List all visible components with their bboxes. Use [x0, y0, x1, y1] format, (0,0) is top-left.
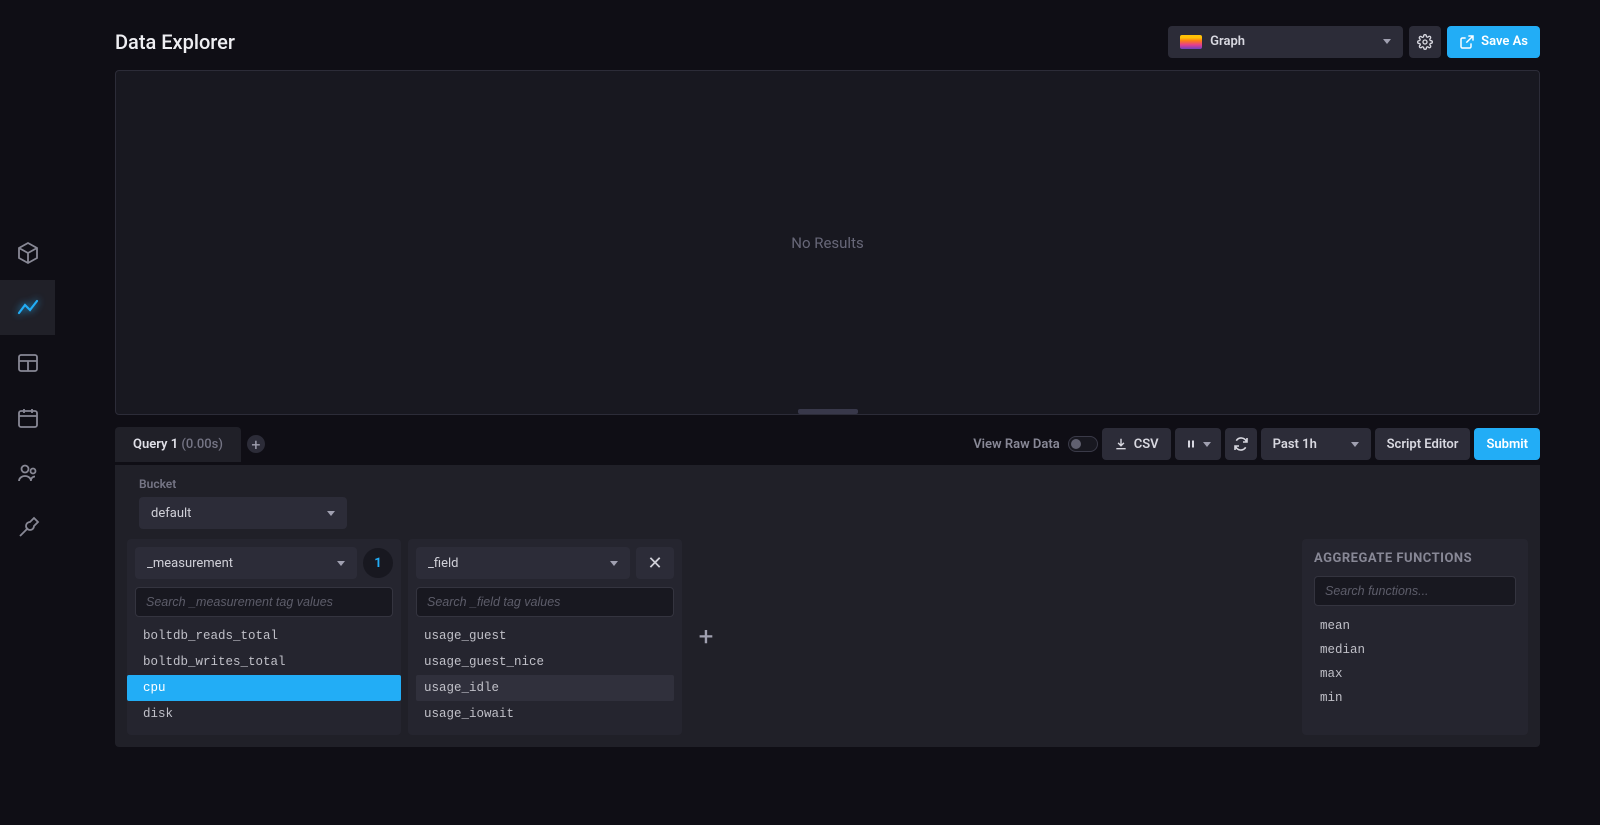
tag-value-search-input[interactable] [135, 587, 393, 617]
view-raw-data-label: View Raw Data [973, 437, 1060, 452]
script-editor-button[interactable]: Script Editor [1375, 428, 1471, 460]
chevron-down-icon [610, 561, 618, 566]
time-range-label: Past 1h [1273, 437, 1317, 452]
nav-explorer[interactable] [0, 280, 55, 335]
visualization-type-label: Graph [1210, 34, 1245, 49]
nav-org[interactable] [0, 445, 55, 500]
query-tab-label: Query 1 [133, 437, 178, 452]
chevron-down-icon [327, 511, 335, 516]
sidebar [0, 0, 55, 825]
refresh-dropdown[interactable] [1175, 428, 1221, 460]
tag-value-item[interactable]: usage_guest_nice [416, 649, 674, 675]
tag-value-item[interactable]: boltdb_writes_total [135, 649, 393, 675]
tag-value-search-input[interactable] [416, 587, 674, 617]
aggregate-item[interactable]: median [1314, 638, 1516, 662]
aggregate-item[interactable]: min [1314, 686, 1516, 710]
chevron-down-icon [1351, 442, 1359, 447]
refresh-button[interactable] [1225, 428, 1257, 460]
view-raw-data-toggle[interactable]: View Raw Data [973, 436, 1098, 452]
bucket-dropdown[interactable]: default [139, 497, 347, 529]
aggregate-item[interactable]: max [1314, 662, 1516, 686]
selected-count-badge: 1 [363, 548, 393, 578]
aggregate-title: AGGREGATE FUNCTIONS [1314, 551, 1516, 566]
visualization-settings-button[interactable] [1409, 26, 1441, 58]
csv-export-button[interactable]: CSV [1102, 428, 1171, 460]
aggregate-functions-panel: AGGREGATE FUNCTIONS mean median max min [1302, 539, 1528, 735]
tag-selector-field: _field ✕ usage_guest usage_guest_nice us… [408, 539, 682, 735]
nav-settings-wrench[interactable] [0, 500, 55, 555]
nav-dashboards[interactable] [0, 335, 55, 390]
tag-key-label: _measurement [147, 556, 233, 571]
tag-key-label: _field [428, 556, 458, 571]
bucket-value: default [151, 506, 191, 521]
bucket-label: Bucket [139, 477, 1528, 491]
save-as-label: Save As [1481, 34, 1528, 49]
add-tag-selector-button[interactable]: + [689, 539, 723, 735]
time-range-dropdown[interactable]: Past 1h [1261, 428, 1371, 460]
tag-value-item[interactable]: usage_guest [416, 623, 674, 649]
page-header: Data Explorer Graph Save As [115, 0, 1540, 68]
empty-results-text: No Results [791, 234, 863, 252]
aggregate-search-input[interactable] [1314, 576, 1516, 606]
add-query-button[interactable]: + [247, 435, 265, 453]
graph-type-icon [1180, 35, 1202, 49]
script-editor-label: Script Editor [1387, 437, 1459, 452]
tag-value-item[interactable]: usage_iowait [416, 701, 674, 727]
submit-button[interactable]: Submit [1474, 428, 1540, 460]
nav-cube[interactable] [0, 225, 55, 280]
aggregate-item[interactable]: mean [1314, 614, 1516, 638]
tag-value-item[interactable]: cpu [127, 675, 401, 701]
visualization-area: No Results [115, 70, 1540, 415]
submit-label: Submit [1486, 437, 1528, 452]
tag-value-item[interactable]: boltdb_reads_total [135, 623, 393, 649]
tag-key-dropdown[interactable]: _field [416, 547, 630, 579]
chevron-down-icon [337, 561, 345, 566]
query-bar: Query 1 (0.00s) + View Raw Data CSV [115, 423, 1540, 465]
page-title: Data Explorer [115, 30, 1168, 54]
query-builder: Bucket default _measurement 1 boltdb_rea… [115, 465, 1540, 747]
visualization-type-dropdown[interactable]: Graph [1168, 26, 1403, 58]
chevron-down-icon [1383, 39, 1391, 44]
remove-tag-selector-button[interactable]: ✕ [636, 547, 674, 579]
tag-key-dropdown[interactable]: _measurement [135, 547, 357, 579]
toggle-switch[interactable] [1068, 436, 1098, 452]
chevron-down-icon [1203, 442, 1211, 447]
query-tab-duration: (0.00s) [181, 437, 223, 452]
nav-tasks[interactable] [0, 390, 55, 445]
resize-handle[interactable] [798, 409, 858, 414]
csv-label: CSV [1134, 437, 1159, 452]
tag-value-item[interactable]: disk [135, 701, 393, 727]
save-as-button[interactable]: Save As [1447, 26, 1540, 58]
tag-value-item[interactable]: usage_idle [416, 675, 674, 701]
tag-selector-measurement: _measurement 1 boltdb_reads_total boltdb… [127, 539, 401, 735]
query-tab-1[interactable]: Query 1 (0.00s) [115, 427, 241, 462]
